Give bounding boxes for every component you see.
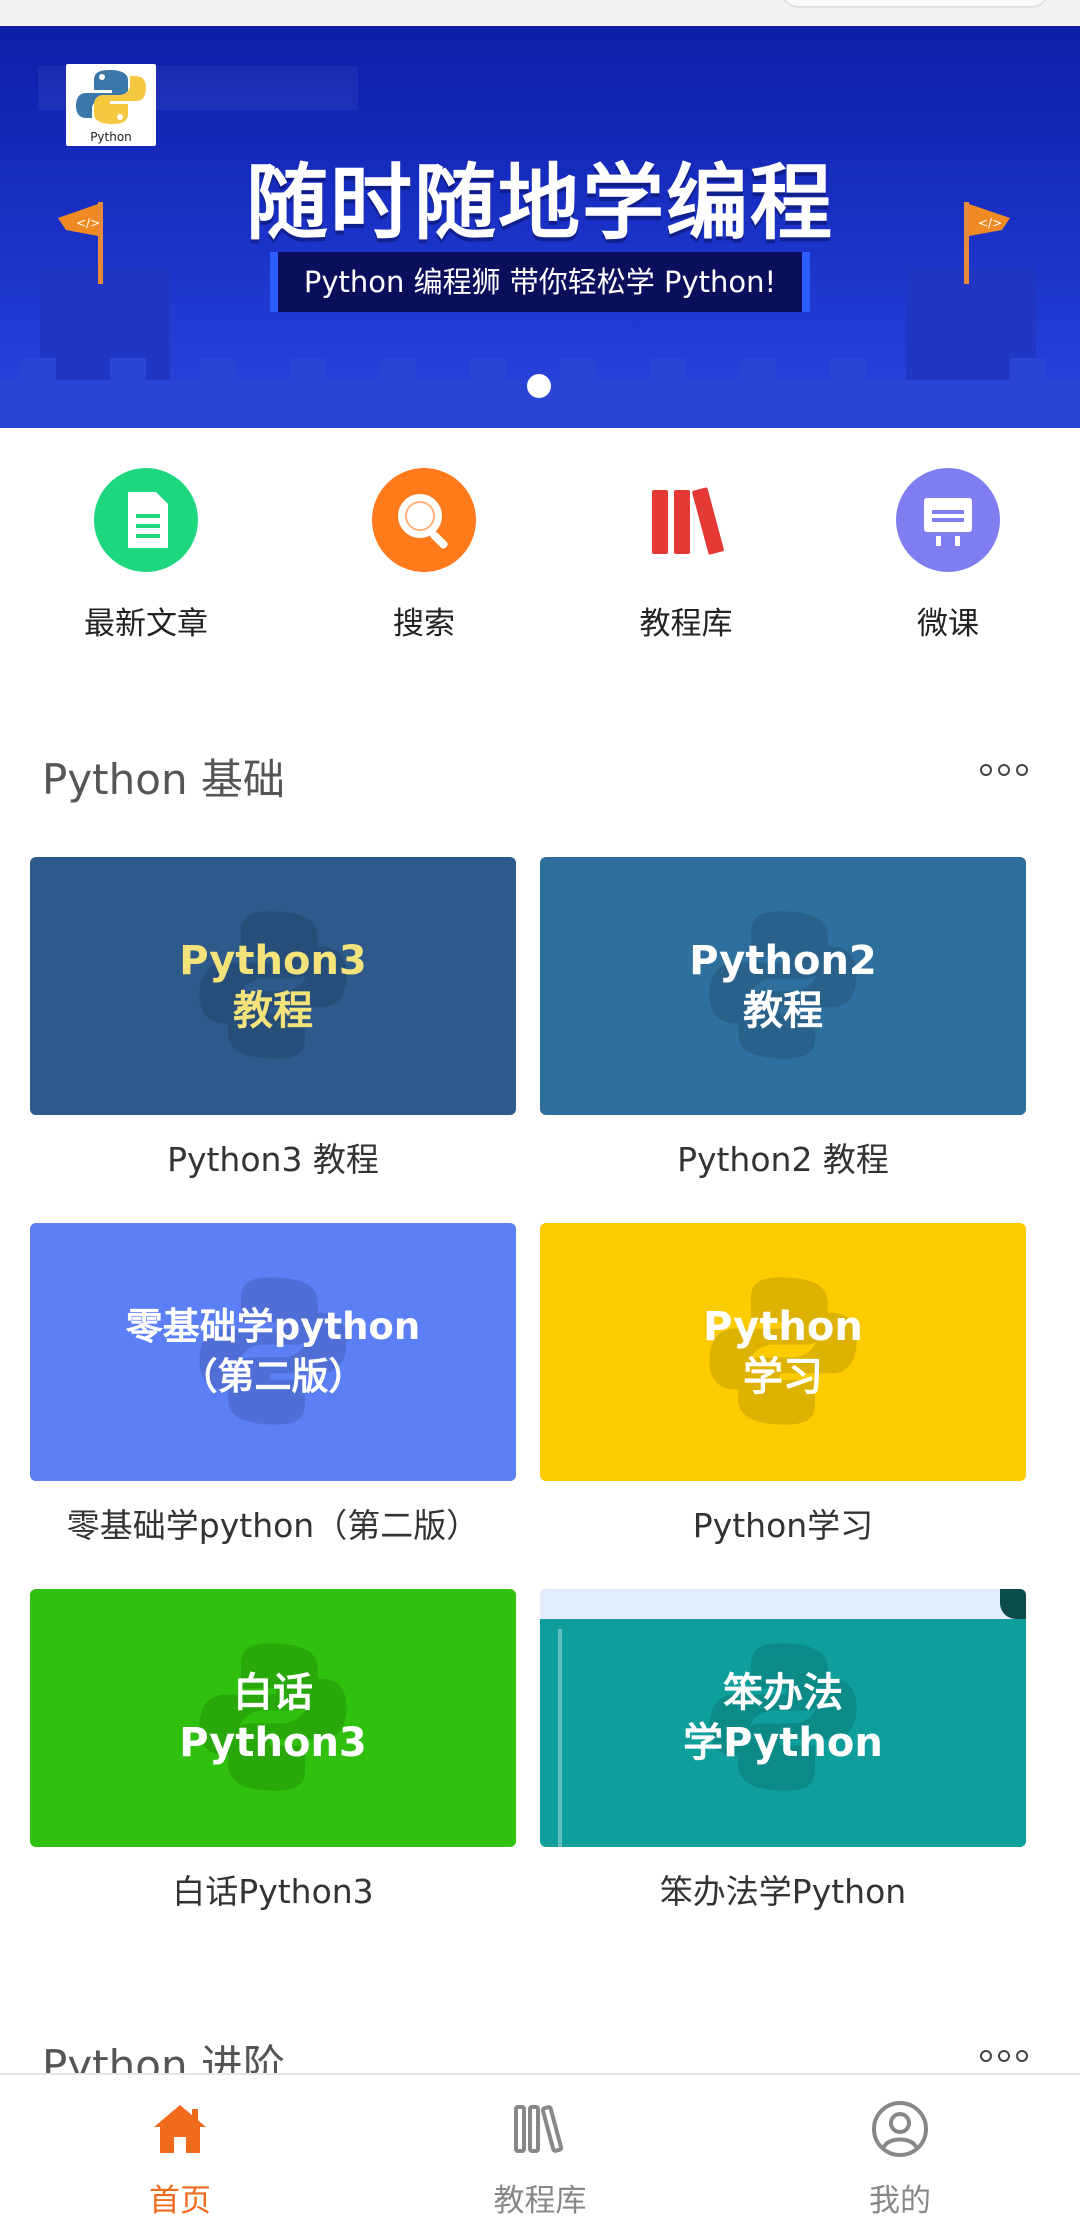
library-icon xyxy=(514,2105,564,2153)
carousel-indicator-dot[interactable] xyxy=(527,374,551,398)
course-cover-text: 笨办法 学Python xyxy=(683,1670,883,1766)
banner-carousel[interactable]: Python </> </> 随时随地学编程 Python 编程狮 带你轻松学 … xyxy=(0,26,1080,428)
presentation-icon xyxy=(896,468,1000,572)
course-cover-text: Python 学习 xyxy=(703,1304,863,1400)
course-cover: 笨办法 学Python xyxy=(540,1589,1026,1847)
course-card-python3[interactable]: Python3 教程 Python3 教程 xyxy=(30,857,516,1181)
course-caption: Python3 教程 xyxy=(167,1140,379,1179)
course-caption: Python2 教程 xyxy=(677,1140,889,1179)
course-caption: 笨办法学Python xyxy=(659,1872,907,1911)
course-cover-text: 白话 Python3 xyxy=(179,1670,367,1766)
tab-label: 教程库 xyxy=(493,2183,587,2219)
home-icon xyxy=(154,2105,206,2153)
course-cover-text: Python2 教程 xyxy=(689,938,877,1034)
section-title-basics: Python 基础 xyxy=(42,755,285,804)
course-caption: 零基础学python（第二版） xyxy=(66,1506,480,1545)
crenel xyxy=(650,358,686,380)
course-cover: Python3 教程 xyxy=(30,857,516,1115)
top-search-pill[interactable] xyxy=(780,0,1050,8)
quick-item-micro-courses[interactable]: 微课 xyxy=(848,468,1048,643)
books-icon xyxy=(634,468,738,572)
course-cover: 白话 Python3 xyxy=(30,1589,516,1847)
crenel xyxy=(200,358,236,380)
tab-label: 我的 xyxy=(869,2183,931,2219)
quick-item-label: 教程库 xyxy=(639,606,733,642)
quick-item-label: 搜索 xyxy=(393,606,455,642)
crenel xyxy=(560,358,596,380)
course-caption: 白话Python3 xyxy=(172,1872,374,1911)
course-caption: Python学习 xyxy=(692,1506,874,1545)
course-cover-text: Python3 教程 xyxy=(179,938,367,1034)
quick-item-label: 微课 xyxy=(917,606,979,642)
tab-label: 首页 xyxy=(149,2183,211,2219)
tab-library[interactable]: 教程库 xyxy=(360,2075,720,2225)
more-icon[interactable] xyxy=(980,2048,1030,2064)
crenel xyxy=(1010,358,1046,380)
quick-item-latest-articles[interactable]: 最新文章 xyxy=(46,468,246,643)
quick-menu: 最新文章 搜索 教程库 微课 xyxy=(0,428,1080,668)
course-card-python-learn[interactable]: Python 学习 Python学习 xyxy=(540,1223,1026,1547)
python-logo: Python xyxy=(66,64,156,146)
python-logo-icon xyxy=(76,70,146,124)
course-card-python-zero[interactable]: 零基础学python （第二版） 零基础学python（第二版） xyxy=(30,1223,516,1547)
course-cover: Python 学习 xyxy=(540,1223,1026,1481)
banner-subtitle-box: Python 编程狮 带你轻松学 Python! xyxy=(270,252,810,312)
tab-profile[interactable]: 我的 xyxy=(720,2075,1080,2225)
crenel xyxy=(110,358,146,380)
course-card-hard-way[interactable]: 笨办法 学Python 笨办法学Python xyxy=(540,1589,1026,1913)
banner-title: 随时随地学编程 xyxy=(245,156,834,251)
crenel xyxy=(290,358,326,380)
profile-icon xyxy=(872,2101,928,2157)
crenel xyxy=(470,358,506,380)
quick-item-tutorials[interactable]: 教程库 xyxy=(586,468,786,643)
crenel xyxy=(380,358,416,380)
course-card-python2[interactable]: Python2 教程 Python2 教程 xyxy=(540,857,1026,1181)
banner-subtitle: Python 编程狮 带你轻松学 Python! xyxy=(303,265,777,299)
course-cover: Python2 教程 xyxy=(540,857,1026,1115)
document-icon xyxy=(94,468,198,572)
quick-item-search[interactable]: 搜索 xyxy=(324,468,524,643)
crenel xyxy=(830,358,866,380)
more-icon[interactable] xyxy=(980,762,1030,778)
crenel xyxy=(20,358,56,380)
quick-item-label: 最新文章 xyxy=(84,606,208,642)
course-cover-text: 零基础学python （第二版） xyxy=(125,1305,421,1398)
course-card-plain-python3[interactable]: 白话 Python3 白话Python3 xyxy=(30,1589,516,1913)
status-strip xyxy=(0,0,1080,26)
tab-home[interactable]: 首页 xyxy=(0,2075,360,2225)
crenel xyxy=(740,358,776,380)
course-cover: 零基础学python （第二版） xyxy=(30,1223,516,1481)
bottom-tab-bar: 首页 教程库 我的 xyxy=(0,2073,1080,2225)
search-icon xyxy=(372,468,476,572)
